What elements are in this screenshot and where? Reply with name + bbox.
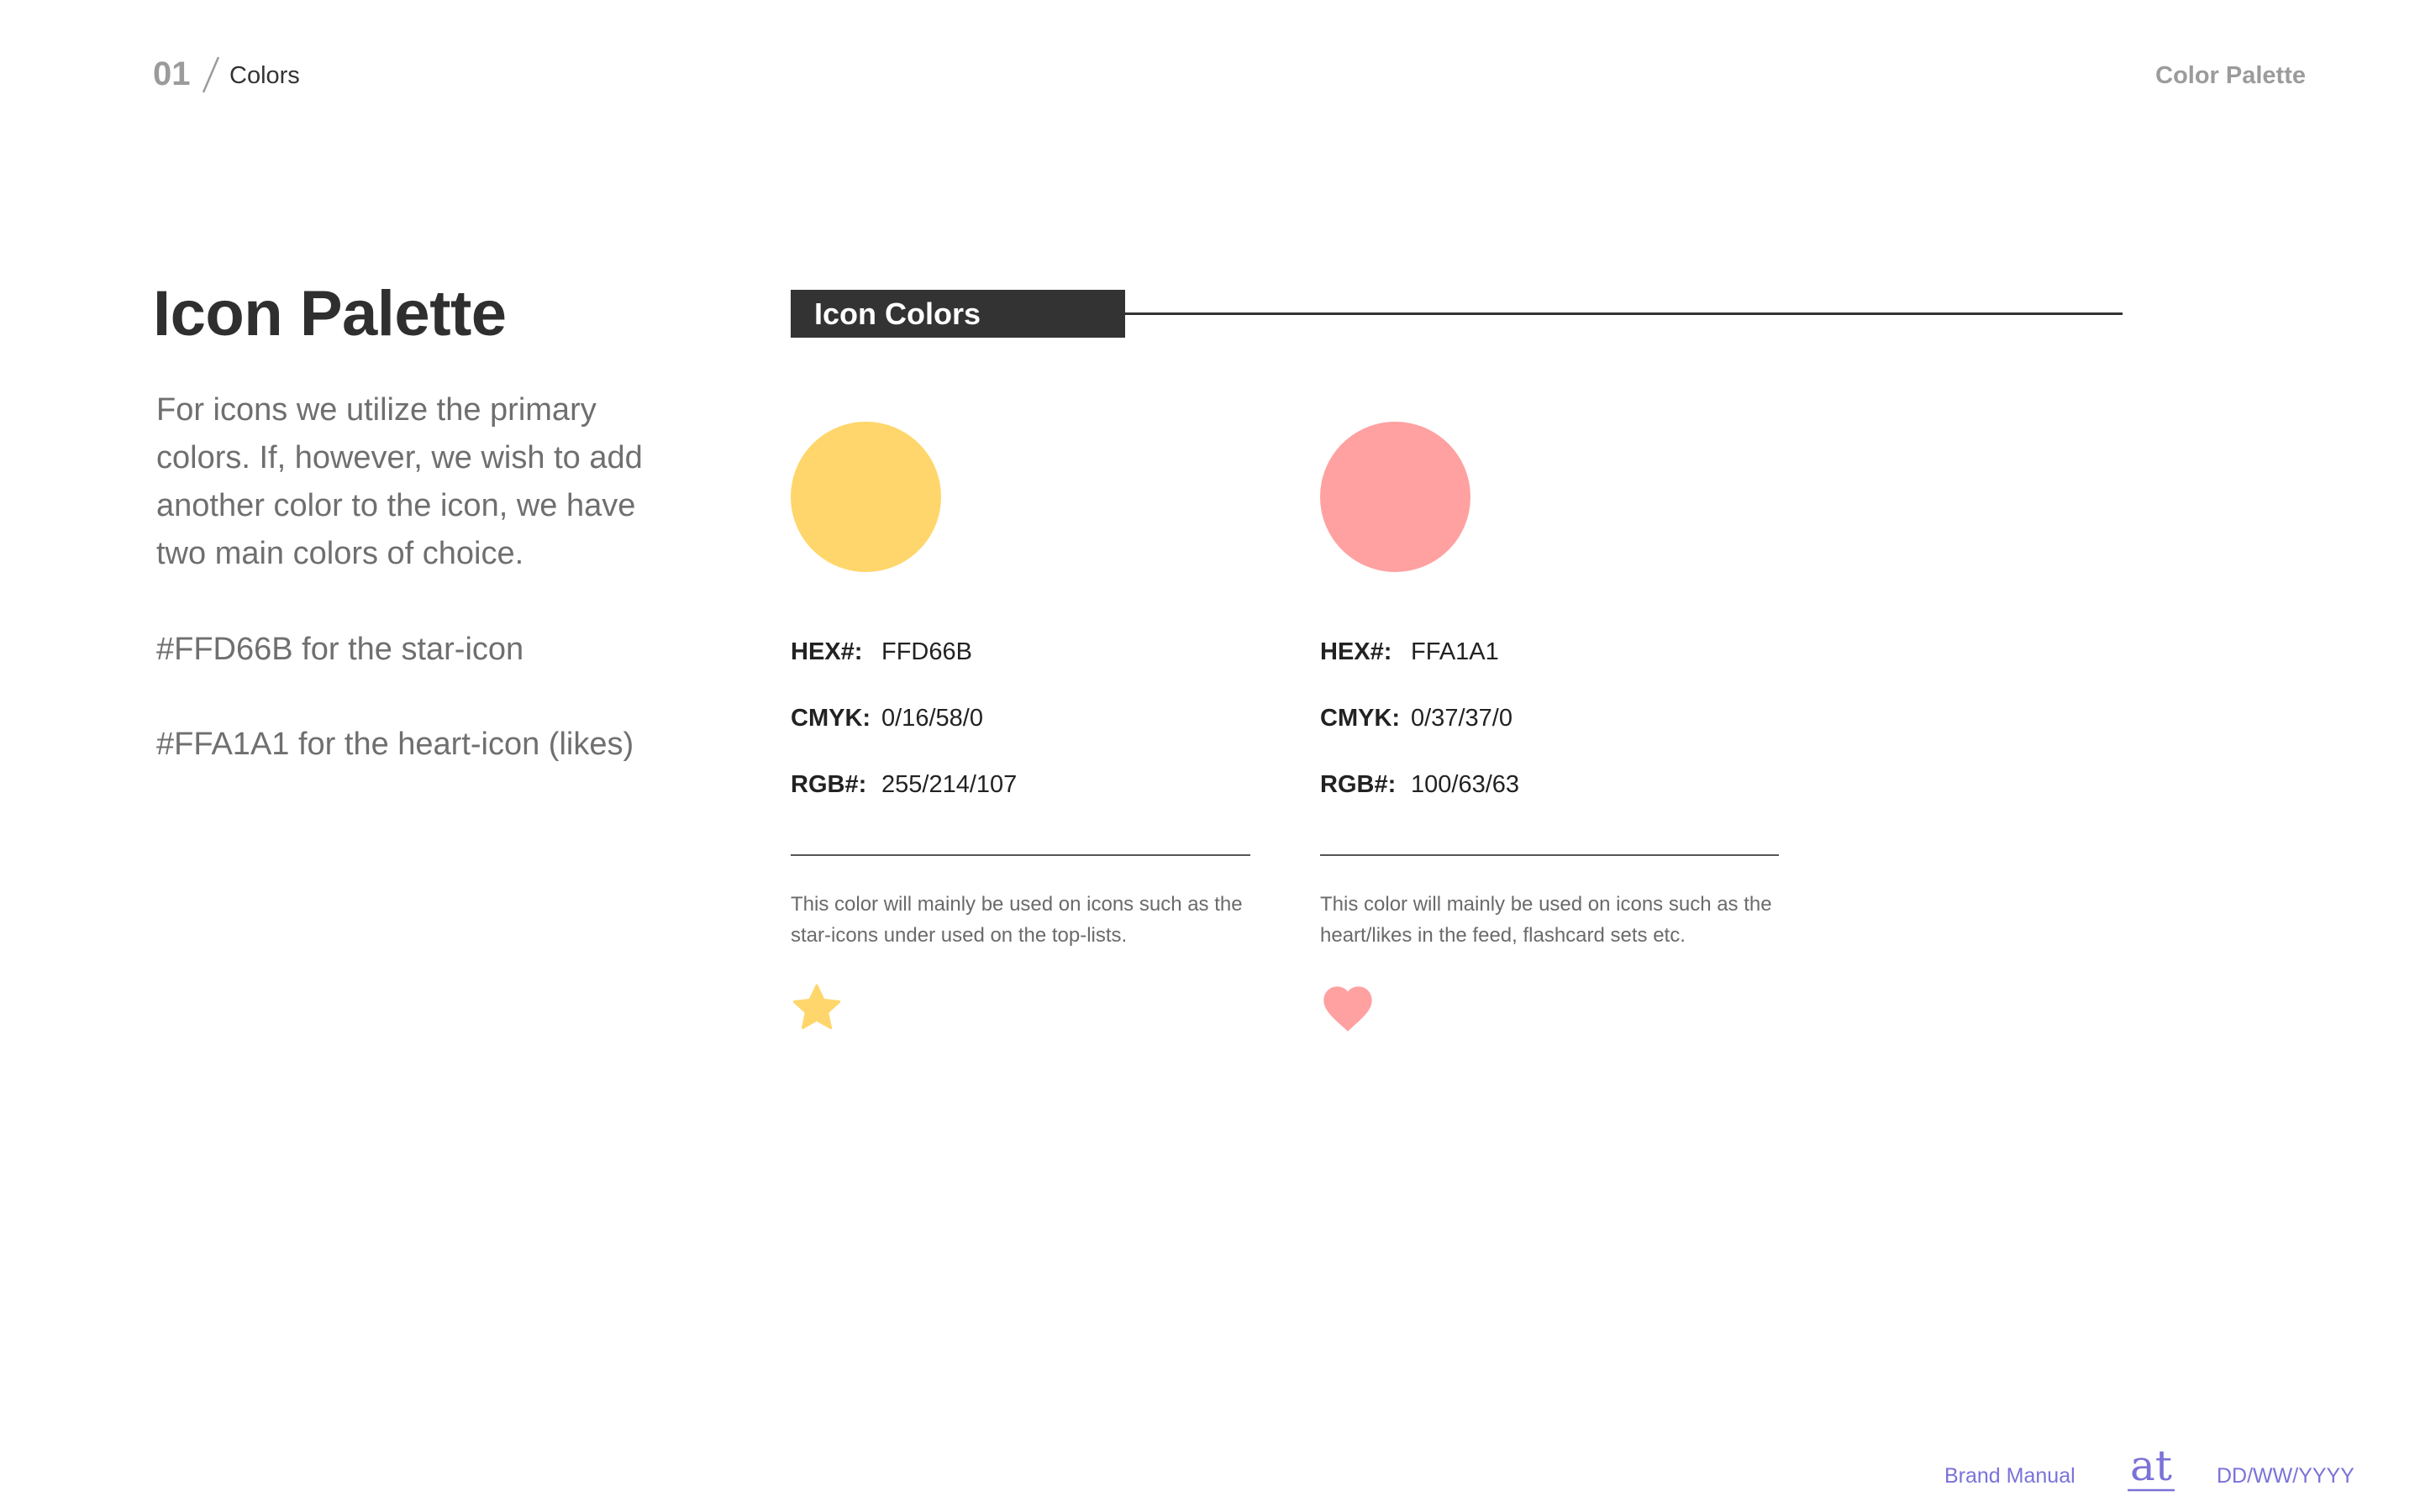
svg-text:at: at — [2130, 1443, 2172, 1490]
cmyk-label: CMYK: — [1320, 705, 1401, 732]
cmyk-label: CMYK: — [791, 705, 871, 732]
cmyk-value: 0/37/37/0 — [1411, 705, 1512, 732]
color-description: This color will mainly be used on icons … — [1320, 893, 1772, 947]
footer-label: Brand Manual — [1944, 1464, 2075, 1488]
brand-logo: at — [2128, 1443, 2175, 1492]
card-divider — [791, 854, 1250, 856]
rgb-value: 255/214/107 — [881, 771, 1018, 798]
page-title: Icon Palette — [153, 278, 507, 349]
rgb-label: RGB#: — [791, 771, 867, 798]
hex-label: HEX#: — [1320, 638, 1392, 665]
color-description: This color will mainly be used on icons … — [791, 893, 1243, 947]
breadcrumb-separator — [202, 56, 220, 93]
cmyk-value: 0/16/58/0 — [881, 705, 983, 732]
color-swatch-yellow — [791, 422, 941, 572]
cmyk-row: CMYK: 0/37/37/0 — [1320, 705, 1512, 732]
heart-icon — [1323, 986, 1372, 1032]
hex-label: HEX#: — [791, 638, 863, 665]
card-divider — [1320, 854, 1779, 856]
footer-date: DD/WW/YYYY — [2217, 1464, 2354, 1488]
hex-value: FFA1A1 — [1411, 638, 1499, 665]
section-heading: Icon Colors — [791, 290, 1125, 338]
header-title: Color Palette — [2155, 62, 2306, 89]
color-card-yellow: HEX#: FFD66B CMYK: 0/16/58/0 RGB#: 255/214/… — [791, 422, 1253, 1030]
color-card-pink: HEX#: FFA1A1 CMYK: 0/37/37/0 RGB#: 100/63/6… — [1320, 422, 1782, 1032]
breadcrumb-section: Colors — [229, 62, 300, 89]
cmyk-row: CMYK: 0/16/58/0 — [791, 705, 983, 732]
rgb-value: 100/63/63 — [1411, 771, 1520, 798]
star-color-note: #FFD66B for the star-icon — [156, 632, 524, 667]
rgb-row: RGB#: 255/214/107 — [791, 771, 1017, 799]
heart-color-note: #FFA1A1 for the heart-icon (likes) — [156, 727, 634, 762]
section-rule — [1125, 312, 2123, 315]
rgb-label: RGB#: — [1320, 771, 1397, 798]
hex-row: HEX#: FFA1A1 — [1320, 638, 1499, 666]
hex-value: FFD66B — [881, 638, 972, 665]
color-swatch-pink — [1320, 422, 1470, 572]
rgb-row: RGB#: 100/63/63 — [1320, 771, 1519, 799]
page-number: 01 — [153, 55, 191, 92]
star-icon — [792, 984, 841, 1030]
intro-text: For icons we utilize the primary colors.… — [156, 392, 643, 571]
hex-row: HEX#: FFD66B — [791, 638, 972, 666]
